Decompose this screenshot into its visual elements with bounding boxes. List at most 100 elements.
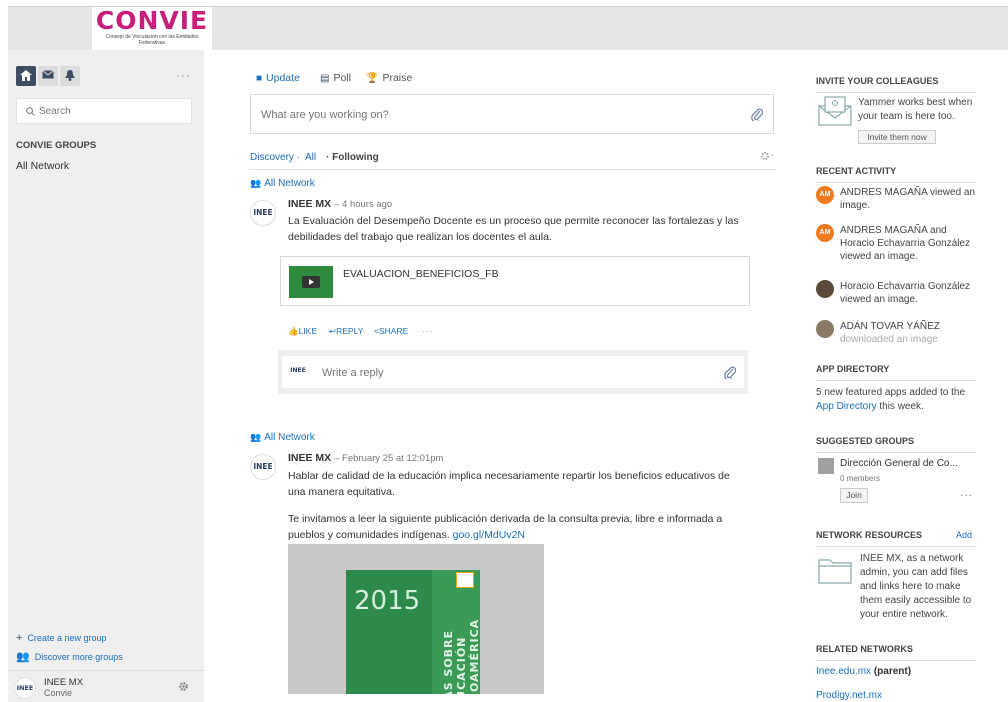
- more-actions-icon[interactable]: ···: [422, 326, 434, 336]
- search-icon: [26, 107, 35, 116]
- more-icon[interactable]: ···: [960, 490, 973, 501]
- avatar: INEE: [288, 362, 308, 382]
- app-directory-title: APP DIRECTORY: [816, 364, 976, 381]
- related-network-link[interactable]: Prodigy.net.mx: [816, 690, 882, 701]
- tab-praise-label: Praise: [382, 72, 413, 84]
- reply-field[interactable]: INEE: [282, 356, 744, 388]
- book-spine-text: DAS SOBRE DUCACIÓN EROAMÉRICA: [442, 600, 481, 694]
- post-link[interactable]: goo.gl/MdUv2N: [453, 529, 525, 541]
- feed-settings-gear-icon[interactable]: [760, 151, 774, 161]
- plus-icon: +: [16, 632, 23, 644]
- group-avatar: [818, 458, 834, 474]
- activity-item[interactable]: ADÁN TOVAR YÁÑEZ downloaded an image: [816, 320, 976, 344]
- settings-gear-icon[interactable]: [178, 681, 189, 692]
- network-resources-title: NETWORK RESOURCES Add: [816, 530, 976, 547]
- author-name[interactable]: INEE MX: [288, 198, 331, 210]
- sidebar-item-all-network[interactable]: All Network: [16, 160, 69, 172]
- reply-box: INEE: [278, 350, 748, 394]
- book-cover: 2015 DAS SOBRE DUCACIÓN EROAMÉRICA: [346, 570, 481, 694]
- share-label: SHARE: [378, 326, 409, 336]
- folder-icon: [818, 559, 852, 584]
- suggested-group-members: 0 members: [840, 474, 881, 483]
- share-button[interactable]: < SHARE: [374, 326, 408, 336]
- post-body: La Evaluación del Desempeño Docente es u…: [288, 215, 739, 243]
- search-box[interactable]: [16, 98, 192, 124]
- discover-groups-label: Discover more groups: [34, 652, 123, 662]
- post-group-link[interactable]: 👥 All Network: [250, 432, 315, 443]
- feed-post: 👥 All Network INEE INEE MX – February 25 …: [250, 432, 776, 702]
- post-time[interactable]: – February 25 at 12:01pm: [334, 453, 443, 464]
- related-network-1[interactable]: Inee.edu.mx: [816, 666, 871, 677]
- suggested-group-name[interactable]: Dirección General de Co...: [840, 458, 958, 469]
- logo-word: CONVIE: [95, 6, 209, 35]
- attachment-card[interactable]: EVALUACION_BENEFICIOS_FB: [280, 256, 750, 306]
- search-input[interactable]: [39, 103, 179, 120]
- filter-all[interactable]: All: [305, 152, 316, 163]
- app-directory-text: 5 new featured apps added to the App Dir…: [816, 386, 976, 414]
- app-directory-text-2: this week.: [879, 401, 924, 412]
- add-resource-link[interactable]: Add: [956, 530, 972, 540]
- create-group-link[interactable]: + Create a new group: [16, 632, 107, 644]
- reply-button[interactable]: ↩ REPLY: [329, 326, 363, 337]
- author-name[interactable]: INEE MX: [288, 452, 331, 464]
- attachment-clip-icon[interactable]: [751, 107, 763, 121]
- composer-input[interactable]: [261, 106, 721, 124]
- current-user[interactable]: INEE INEE MX Convie: [8, 670, 204, 702]
- video-thumbnail[interactable]: [289, 266, 333, 298]
- feed-filter: Discovery · All · Following: [250, 152, 776, 170]
- create-group-label: Create a new group: [27, 633, 107, 643]
- logo-subtitle: Consejo de Vinculación con las Entidades…: [105, 34, 199, 46]
- invite-text: Yammer works best when your team is here…: [858, 97, 973, 122]
- tab-praise[interactable]: 🏆 Praise: [366, 72, 412, 84]
- reply-input[interactable]: [322, 364, 702, 381]
- tab-update[interactable]: ■ Update: [256, 72, 300, 84]
- discover-groups-link[interactable]: 👥 Discover more groups: [16, 650, 123, 663]
- post-time[interactable]: – 4 hours ago: [334, 199, 392, 210]
- avatar[interactable]: INEE: [250, 200, 276, 226]
- invite-button[interactable]: Invite them now: [858, 130, 936, 144]
- home-icon[interactable]: [16, 66, 36, 86]
- avatar[interactable]: INEE: [250, 454, 276, 480]
- attachment-clip-icon[interactable]: [724, 365, 736, 379]
- related-network-1-suffix: (parent): [873, 666, 912, 677]
- tab-poll-label: Poll: [333, 72, 351, 84]
- activity-text: ADÁN TOVAR YÁÑEZ downloaded an image: [840, 320, 976, 344]
- app-directory-link[interactable]: App Directory: [816, 401, 877, 412]
- post-paragraph: Te invitamos a leer la siguiente publica…: [288, 511, 748, 543]
- activity-user: ADÁN TOVAR YÁÑEZ: [840, 321, 940, 332]
- groups-title: CONVIE GROUPS: [16, 140, 97, 151]
- related-network-link[interactable]: Inee.edu.mx (parent): [816, 666, 911, 677]
- trophy-icon: 🏆: [366, 73, 379, 84]
- composer[interactable]: [250, 94, 774, 134]
- post-group-link[interactable]: 👥 All Network: [250, 178, 315, 189]
- like-button[interactable]: 👍 LIKE: [288, 326, 317, 337]
- update-icon: ■: [256, 73, 263, 84]
- feed-post: 👥 All Network INEE INEE MX – 4 hours ago …: [250, 178, 776, 398]
- play-icon: [302, 276, 320, 288]
- poll-icon: ▤: [320, 73, 330, 84]
- post-group-label: All Network: [264, 178, 315, 189]
- post-image[interactable]: 2015 DAS SOBRE DUCACIÓN EROAMÉRICA: [288, 544, 544, 694]
- tab-update-label: Update: [266, 72, 300, 84]
- post-author: INEE MX – February 25 at 12:01pm: [288, 452, 443, 464]
- convie-logo[interactable]: CONVIE Consejo de Vinculación con las En…: [92, 7, 212, 51]
- suggested-groups-title: SUGGESTED GROUPS: [816, 436, 976, 453]
- attachment-name[interactable]: EVALUACION_BENEFICIOS_FB: [343, 268, 499, 280]
- activity-action: downloaded an image: [840, 334, 938, 344]
- filter-following[interactable]: · Following: [326, 152, 379, 163]
- left-sidebar: ··· CONVIE GROUPS All Network + Create a …: [8, 50, 204, 702]
- book-year: 2015: [354, 586, 421, 616]
- activity-text: ANDRES MAGAÑA viewed an image.: [840, 187, 976, 211]
- tab-poll[interactable]: ▤ Poll: [320, 72, 351, 84]
- filter-discovery[interactable]: Discovery ·: [250, 152, 300, 163]
- notifications-bell-icon[interactable]: [60, 66, 80, 86]
- inbox-icon[interactable]: [38, 66, 58, 86]
- main-feed: ■Update ▤Poll 🏆Praise Discovery · All · …: [250, 50, 776, 702]
- sidebar-more-icon[interactable]: ···: [176, 68, 191, 82]
- user-network: Convie: [44, 688, 73, 698]
- join-button[interactable]: Join: [840, 488, 868, 503]
- related-networks-title: RELATED NETWORKS: [816, 644, 976, 661]
- like-label: LIKE: [298, 326, 318, 336]
- post-body: Hablar de calidad de la educación implic…: [288, 468, 748, 543]
- reply-label: REPLY: [336, 326, 364, 336]
